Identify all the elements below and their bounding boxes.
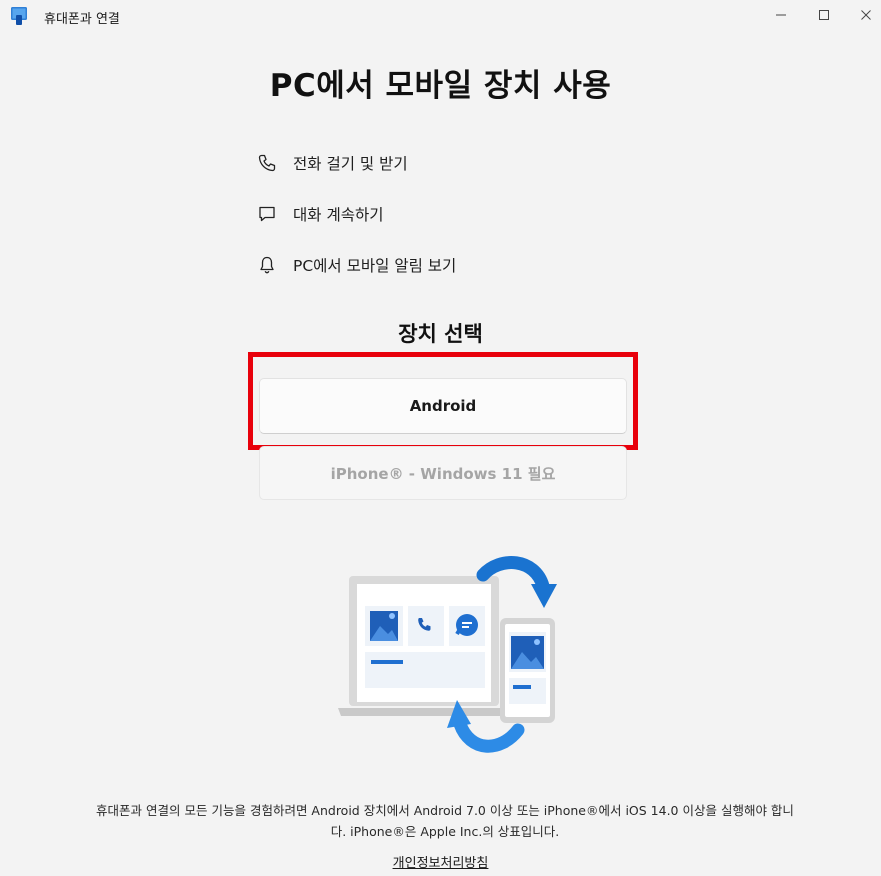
window-title: 휴대폰과 연결 — [44, 12, 120, 27]
feature-label: PC에서 모바일 알림 보기 — [293, 257, 457, 275]
laptop-phone-illustration — [338, 556, 557, 753]
device-select-title: 장치 선택 — [398, 322, 483, 346]
iphone-button[interactable]: iPhone® - Windows 11 필요 — [259, 446, 627, 500]
bell-icon — [256, 254, 278, 276]
app-icon — [11, 7, 27, 25]
phone-link-window: 휴대폰과 연결 PC에서 모바일 장치 사용 전화 걸기 및 받기 대화 계속하… — [0, 0, 881, 876]
feature-label: 대화 계속하기 — [293, 206, 384, 224]
minimize-icon — [776, 14, 786, 16]
feature-messages: 대화 계속하기 — [256, 201, 384, 227]
requirements-line-1: 휴대폰과 연결의 모든 기능을 경험하려면 Android 장치에서 Andro… — [96, 803, 794, 818]
privacy-policy-container: 개인정보처리방침 — [0, 852, 881, 871]
minimize-button[interactable] — [758, 0, 804, 30]
chat-bubble-icon — [256, 203, 278, 225]
requirements-note: 휴대폰과 연결의 모든 기능을 경험하려면 Android 장치에서 Andro… — [50, 800, 840, 842]
maximize-button[interactable] — [801, 0, 847, 30]
page-title: PC에서 모바일 장치 사용 — [269, 68, 612, 104]
android-button[interactable]: Android — [259, 378, 627, 434]
privacy-policy-link[interactable]: 개인정보처리방침 — [393, 856, 489, 871]
feature-calls: 전화 걸기 및 받기 — [256, 150, 408, 176]
close-icon — [861, 10, 871, 20]
close-button[interactable] — [843, 0, 881, 30]
requirements-line-2: 다. iPhone®은 Apple Inc.의 상표입니다. — [330, 824, 560, 839]
maximize-icon — [819, 10, 829, 20]
feature-label: 전화 걸기 및 받기 — [293, 155, 408, 173]
feature-notifications: PC에서 모바일 알림 보기 — [256, 252, 456, 278]
phone-icon — [256, 152, 278, 174]
title-bar: 휴대폰과 연결 — [0, 0, 881, 32]
